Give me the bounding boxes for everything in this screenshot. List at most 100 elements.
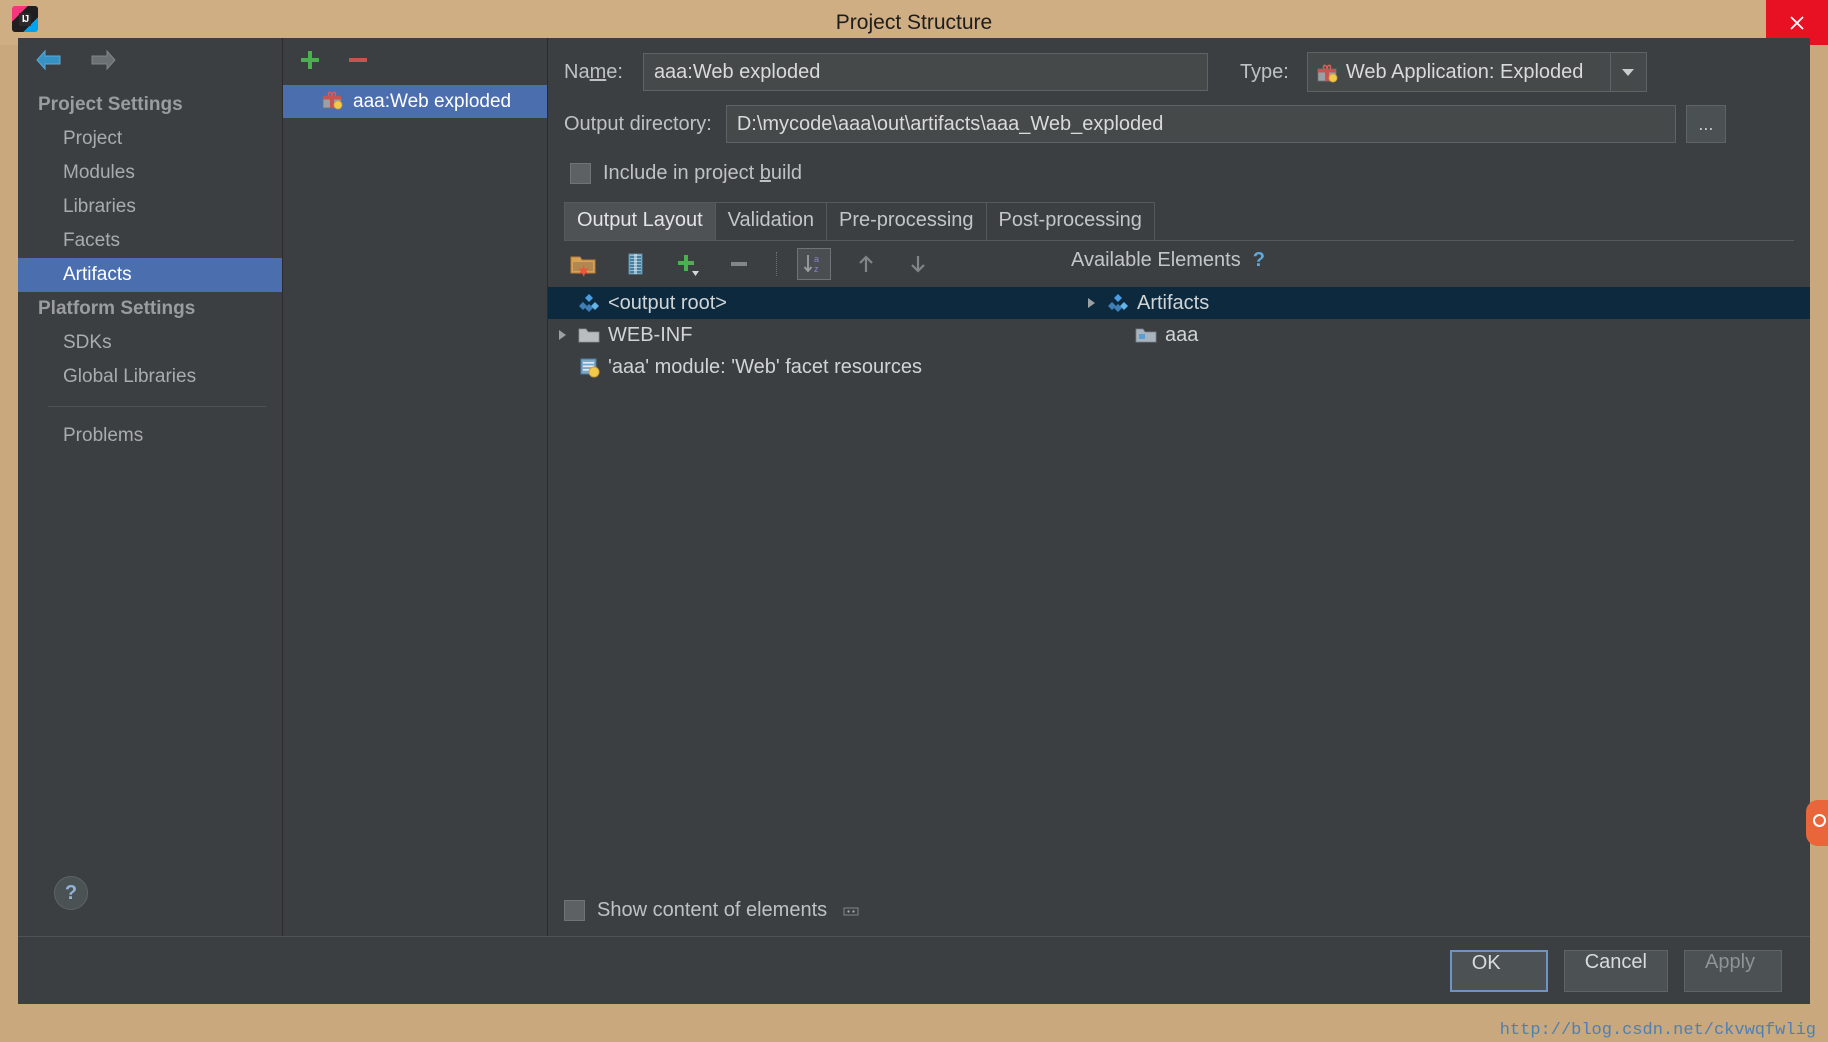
apply-button[interactable]: Apply xyxy=(1684,949,1782,992)
tab-pre-processing[interactable]: Pre-processing xyxy=(826,202,987,240)
output-directory-row: Output directory: ... xyxy=(548,98,1810,150)
artifact-package-icon xyxy=(1308,61,1338,83)
ok-button[interactable]: OK xyxy=(1449,949,1548,992)
tree-row[interactable]: <output root> xyxy=(548,287,1071,319)
content-row: Project Settings Project Modules Librari… xyxy=(18,38,1810,936)
move-down-button[interactable] xyxy=(901,248,935,280)
svg-text:z: z xyxy=(814,264,819,274)
create-archive-button[interactable] xyxy=(618,248,652,280)
browse-button[interactable]: ... xyxy=(1685,105,1726,143)
project-structure-dialog: IJ Project Structure Project Settings Pr… xyxy=(0,0,1828,1042)
artifact-package-icon xyxy=(321,88,343,116)
artifacts-diamond-icon xyxy=(576,292,602,314)
tab-output-layout[interactable]: Output Layout xyxy=(564,202,716,240)
artifact-list-panel: aaa:Web exploded xyxy=(283,38,548,936)
expand-triangle-icon[interactable] xyxy=(1077,296,1105,310)
cancel-button[interactable]: Cancel xyxy=(1563,949,1668,992)
page-title: Project Structure xyxy=(835,10,993,34)
type-label: Type: xyxy=(1239,60,1289,83)
editor-tabs: Output Layout Validation Pre-processing … xyxy=(564,202,1794,241)
toolbar-divider xyxy=(776,252,777,276)
include-in-build-row: Include in project build xyxy=(548,150,1810,196)
sidebar-item-libraries[interactable]: Libraries xyxy=(18,190,282,224)
tree-row[interactable]: 'aaa' module: 'Web' facet resources xyxy=(548,351,1071,383)
chevron-down-icon[interactable] xyxy=(1609,53,1646,91)
help-question-icon[interactable]: ? xyxy=(1253,249,1265,272)
folder-icon xyxy=(576,325,602,345)
intellij-idea-icon: IJ xyxy=(12,6,38,32)
remove-icon xyxy=(731,262,747,266)
watermark-text: http://blog.csdn.net/ckvwqfwlig xyxy=(1499,1021,1816,1040)
artifact-editor-pane: Name: Type: Web xyxy=(548,38,1810,936)
tree-row-label: Artifacts xyxy=(1137,291,1210,314)
layout-trees: <output root> WEB-INF 'aaa' module: 'Web… xyxy=(548,287,1810,787)
show-content-row: Show content of elements xyxy=(564,899,861,922)
back-arrow-icon[interactable] xyxy=(34,48,64,72)
type-select-value: Web Application: Exploded xyxy=(1345,60,1584,83)
sidebar-divider xyxy=(48,406,266,407)
sidebar-group-platform-settings: Platform Settings xyxy=(38,298,196,319)
artifact-item-label: aaa:Web exploded xyxy=(353,90,512,112)
available-elements-tree: Artifacts aaa xyxy=(1071,287,1810,787)
tree-row-label: WEB-INF xyxy=(608,323,693,346)
sidebar-group-project-settings: Project Settings xyxy=(38,94,183,115)
tree-row[interactable]: WEB-INF xyxy=(548,319,1071,351)
module-folder-icon xyxy=(1133,325,1159,345)
sidebar-item-sdks[interactable]: SDKs xyxy=(18,326,282,360)
add-artifact-icon[interactable] xyxy=(297,47,323,73)
svg-text:a: a xyxy=(814,254,819,264)
list-item[interactable]: aaa:Web exploded xyxy=(283,85,547,118)
tree-row-label: <output root> xyxy=(608,291,727,314)
navigation-arrows xyxy=(18,38,282,82)
decorative-orange-tab xyxy=(1806,800,1828,846)
forward-arrow-icon[interactable] xyxy=(88,48,118,72)
remove-button[interactable] xyxy=(722,248,756,280)
expand-triangle-icon[interactable] xyxy=(548,328,576,342)
artifacts-diamond-icon xyxy=(1105,292,1131,314)
sidebar-item-project[interactable]: Project xyxy=(18,122,282,156)
sort-az-icon: a z xyxy=(803,254,819,274)
available-elements-title: Available Elements xyxy=(1071,249,1241,271)
show-content-label[interactable]: Show content of elements xyxy=(597,899,827,922)
create-directory-button[interactable] xyxy=(566,248,600,280)
output-directory-label: Output directory: xyxy=(564,112,712,135)
output-layout-tree: <output root> WEB-INF 'aaa' module: 'Web… xyxy=(548,287,1071,787)
dialog-body: Project Settings Project Modules Librari… xyxy=(18,38,1810,1004)
move-down-icon xyxy=(911,256,925,273)
tab-post-processing[interactable]: Post-processing xyxy=(985,202,1155,240)
available-elements-header: Available Elements ? xyxy=(1071,249,1265,272)
name-input[interactable] xyxy=(642,53,1208,91)
tree-row[interactable]: Artifacts xyxy=(1071,287,1810,319)
output-directory-input[interactable] xyxy=(725,105,1676,143)
help-button[interactable]: ? xyxy=(54,876,88,910)
sidebar-item-problems[interactable]: Problems xyxy=(18,419,282,453)
show-content-checkbox[interactable] xyxy=(564,900,585,921)
move-up-button[interactable] xyxy=(849,248,883,280)
web-facet-resources-icon xyxy=(576,356,602,378)
tree-row-label: 'aaa' module: 'Web' facet resources xyxy=(608,355,922,378)
dialog-button-bar: OK Cancel Apply xyxy=(18,936,1810,1004)
close-icon xyxy=(1790,15,1804,30)
settings-dots-icon[interactable] xyxy=(841,904,861,918)
sidebar-item-artifacts[interactable]: Artifacts xyxy=(18,258,282,292)
include-in-build-label[interactable]: Include in project build xyxy=(603,162,802,185)
type-select[interactable]: Web Application: Exploded xyxy=(1306,52,1647,92)
sidebar-item-facets[interactable]: Facets xyxy=(18,224,282,258)
tab-validation[interactable]: Validation xyxy=(714,202,828,240)
sort-by-name-button[interactable]: a z xyxy=(797,248,831,280)
move-up-icon xyxy=(859,255,873,272)
tree-row-label: aaa xyxy=(1165,323,1199,346)
layout-toolbar: a z Available Elements ? xyxy=(548,241,1810,287)
name-row: Name: Type: Web xyxy=(548,46,1810,98)
name-label: Name: xyxy=(564,60,623,83)
tree-row[interactable]: aaa xyxy=(1071,319,1810,351)
artifact-items-list: aaa:Web exploded xyxy=(283,82,547,118)
create-archive-icon xyxy=(628,253,643,275)
add-copy-icon xyxy=(678,255,699,276)
sidebar-item-global-libraries[interactable]: Global Libraries xyxy=(18,360,282,394)
add-copy-button[interactable] xyxy=(670,248,704,280)
remove-artifact-icon[interactable] xyxy=(345,47,371,73)
sidebar-item-modules[interactable]: Modules xyxy=(18,156,282,190)
artifact-list-toolbar xyxy=(283,38,547,82)
include-in-build-checkbox[interactable] xyxy=(570,162,591,184)
